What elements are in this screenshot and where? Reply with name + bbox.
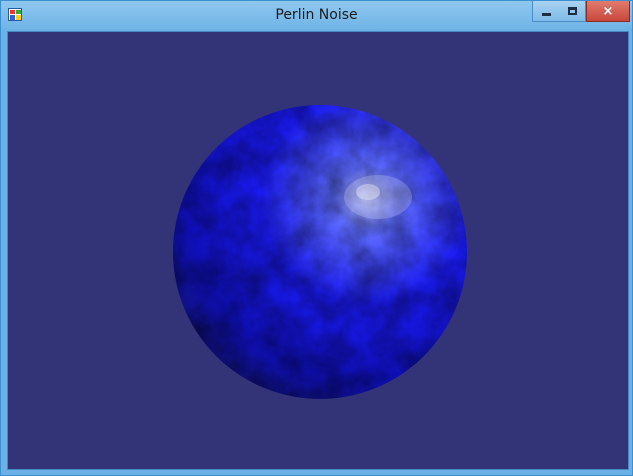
sphere-canvas	[173, 105, 467, 399]
close-icon: ×	[602, 3, 614, 19]
close-button[interactable]: ×	[586, 1, 630, 22]
maximize-button[interactable]	[559, 1, 586, 22]
minimize-icon	[541, 12, 551, 16]
minimize-button[interactable]	[532, 1, 560, 22]
app-window: Perlin Noise ×	[0, 0, 633, 476]
perlin-sphere	[173, 105, 467, 399]
title-bar[interactable]: Perlin Noise ×	[1, 1, 632, 30]
render-viewport[interactable]	[7, 31, 629, 470]
maximize-icon	[567, 7, 577, 15]
